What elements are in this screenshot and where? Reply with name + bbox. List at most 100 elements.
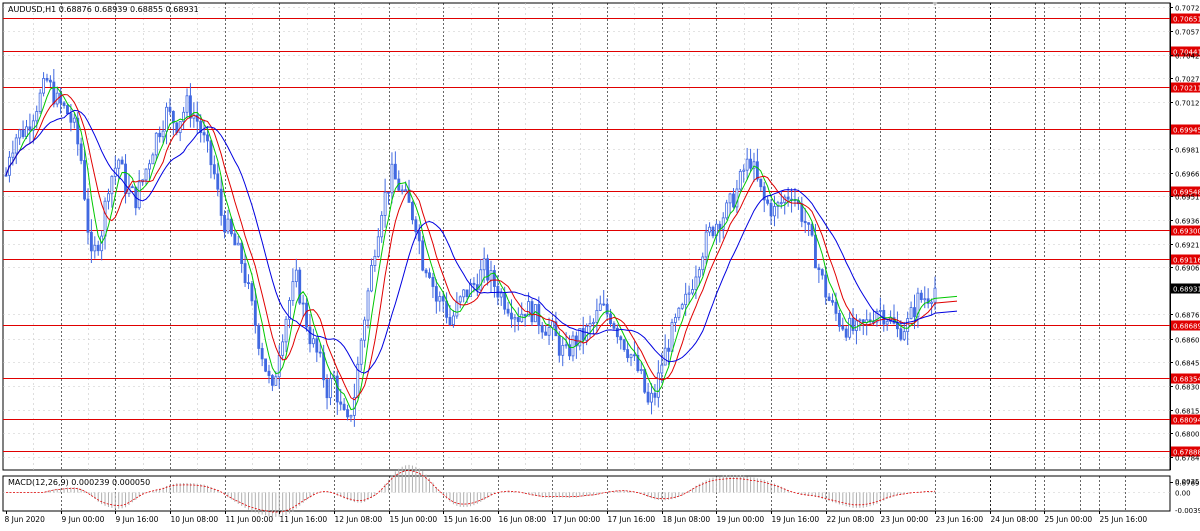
candle-body — [318, 351, 322, 354]
candle-body — [202, 132, 206, 136]
candle-body — [482, 258, 486, 271]
candle-body — [240, 242, 244, 264]
candle-body — [708, 226, 712, 233]
macd-tick-label: -0.00397 — [1175, 507, 1200, 515]
candle-body — [674, 317, 677, 323]
candle-body — [732, 193, 735, 208]
candle-body — [66, 105, 69, 115]
candle-body — [366, 290, 370, 321]
candle-body — [622, 339, 626, 350]
candle-body — [820, 269, 824, 276]
candle-body — [581, 328, 585, 341]
level-label: 0.70651 — [1173, 16, 1200, 24]
candle-body — [472, 282, 476, 286]
price-tick-label: 0.67845 — [1175, 455, 1200, 463]
candle-body — [769, 202, 773, 217]
candle-body — [59, 92, 63, 104]
candle-body — [329, 378, 332, 399]
candle-body — [72, 117, 76, 123]
candle-body — [120, 159, 124, 165]
time-label: 10 Jun 08:00 — [171, 515, 219, 524]
candle-body — [547, 327, 551, 336]
candle-body — [421, 240, 425, 271]
candle-body — [749, 158, 752, 169]
candle-body — [89, 231, 93, 252]
time-label: 19 Jun 16:00 — [772, 515, 820, 524]
candle-body — [848, 317, 852, 338]
candle-body — [168, 106, 172, 112]
candle-body — [643, 369, 647, 393]
candle-body — [277, 354, 281, 378]
candle-body — [209, 140, 213, 166]
candle-body — [909, 307, 913, 319]
candle-body — [523, 313, 527, 317]
level-label: 0.69945 — [1173, 127, 1200, 135]
candle-body — [646, 391, 650, 403]
candle-body — [411, 202, 414, 221]
candle-body — [629, 354, 633, 359]
macd-header: MACD(12,26,9) 0.000239 0.000050 — [8, 478, 150, 487]
candle-body — [448, 316, 452, 325]
time-label: 22 Jun 08:00 — [827, 515, 875, 524]
candle-body — [878, 309, 882, 312]
candle-body — [807, 222, 811, 225]
candle-body — [69, 113, 73, 123]
time-label: 25 Jun 16:00 — [1100, 515, 1148, 524]
candle-body — [885, 320, 889, 325]
candle-body — [233, 233, 237, 246]
candle-body — [653, 392, 657, 398]
price-tick-label: 0.70120 — [1175, 100, 1200, 108]
candle-body — [373, 256, 377, 266]
candle-body — [465, 289, 469, 298]
candle-body — [151, 154, 155, 165]
time-label: 23 Jun 00:00 — [881, 515, 929, 524]
candle-body — [660, 364, 664, 374]
candle-body — [605, 303, 609, 315]
candle-body — [342, 403, 346, 411]
candle-body — [663, 347, 667, 366]
candle-body — [124, 163, 127, 195]
candle-body — [677, 307, 681, 318]
candle-body — [824, 274, 828, 298]
candle-body — [670, 322, 674, 352]
candle-body — [363, 319, 367, 341]
price-chart[interactable]: 0.70651 0.70441 0.70211 0.69945 0.69548 0.693… — [0, 0, 1200, 527]
candle-body — [144, 168, 148, 181]
level-label: 0.68094 — [1173, 417, 1200, 425]
candle-body — [499, 292, 503, 298]
candle-body — [267, 370, 271, 376]
candle-body — [298, 269, 302, 304]
candle-body — [107, 193, 110, 202]
price-tick-label: 0.69060 — [1175, 265, 1200, 273]
candle-body — [520, 313, 524, 322]
candle-body — [704, 231, 708, 258]
candle-body — [346, 409, 349, 418]
candle-body — [906, 318, 910, 333]
candle-body — [216, 173, 220, 190]
price-tick-label: 0.70725 — [1175, 5, 1200, 13]
candle-body — [533, 304, 537, 323]
candle-body — [161, 130, 165, 138]
candle-body — [639, 369, 643, 372]
candle-body — [650, 392, 653, 403]
price-tick-label: 0.69210 — [1175, 242, 1200, 250]
candle-body — [540, 325, 544, 333]
candle-body — [438, 296, 442, 302]
candle-body — [257, 325, 261, 349]
candle-body — [458, 296, 462, 303]
price-tick-label: 0.69515 — [1175, 194, 1200, 202]
chart-canvas[interactable]: 0.706510.704410.702110.699450.695480.693… — [0, 0, 1200, 527]
candle-body — [602, 303, 606, 306]
price-tick-label: 0.68455 — [1175, 360, 1200, 368]
candle-body — [588, 323, 592, 327]
candle-body — [516, 317, 520, 322]
candle-body — [137, 181, 141, 209]
price-tick-label: 0.68150 — [1175, 408, 1200, 416]
candle-body — [308, 326, 312, 345]
candle-body — [755, 161, 759, 180]
candle-body — [479, 269, 483, 291]
time-label: 17 Jun 00:00 — [553, 515, 601, 524]
candle-body — [701, 256, 705, 271]
candle-body — [930, 301, 934, 304]
level-label: 0.69300 — [1173, 228, 1200, 236]
